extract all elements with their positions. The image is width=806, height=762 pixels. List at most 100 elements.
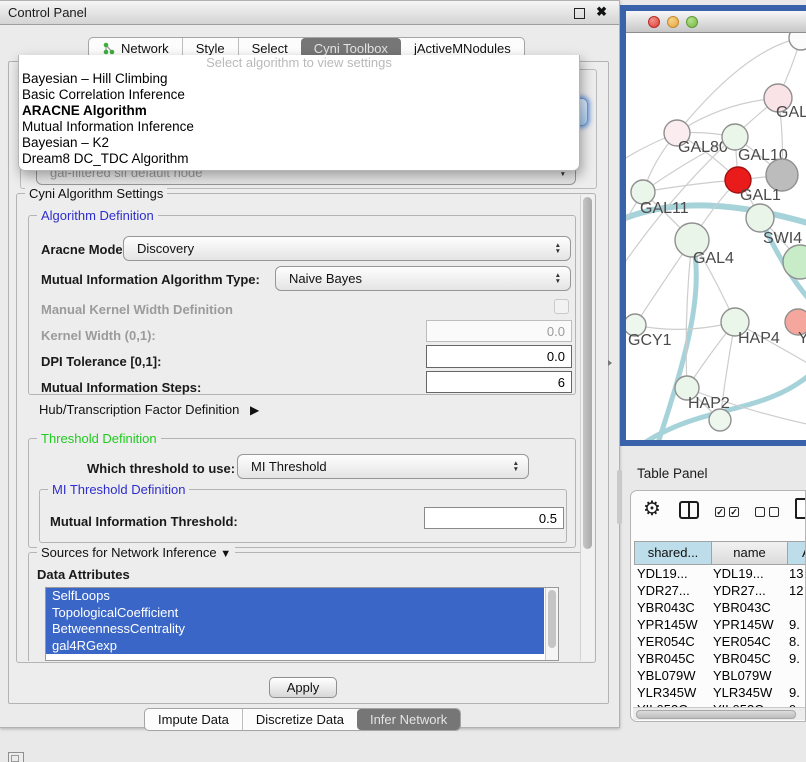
- kernel-width-field: 0.0: [426, 320, 572, 342]
- unchecked-checkbox-icon[interactable]: [755, 507, 765, 517]
- table-cell[interactable]: YPR145W: [637, 616, 698, 633]
- table-cell[interactable]: YPR145W: [713, 616, 774, 633]
- apply-button[interactable]: Apply: [269, 677, 337, 698]
- table-header-row: shared...nameA: [631, 541, 805, 565]
- table-cell[interactable]: YDL19...: [637, 565, 688, 582]
- table-cell[interactable]: YLR345W: [637, 684, 696, 701]
- sources-title-toggle[interactable]: Sources for Network Inference ▼: [37, 545, 235, 560]
- tab-label: Select: [252, 41, 288, 56]
- network-node-unlabeled[interactable]: [783, 245, 806, 279]
- which-threshold-combobox[interactable]: MI Threshold ▲▼: [237, 454, 529, 479]
- table-row[interactable]: YDR27... YDR27... 12: [631, 582, 805, 599]
- table-cell[interactable]: 9.: [789, 684, 800, 701]
- table-row[interactable]: YBR045C YBR045C 9.: [631, 650, 805, 667]
- column-layout-icon[interactable]: [679, 501, 699, 519]
- table-hscrollbar-thumb[interactable]: [636, 710, 796, 719]
- node-label: HAP4: [738, 330, 780, 347]
- table-row[interactable]: YPR145W YPR145W 9.: [631, 616, 805, 633]
- combo-arrows-icon: ▲▼: [504, 461, 528, 472]
- table-cell[interactable]: YER054C: [713, 633, 771, 650]
- table-cell[interactable]: 9.: [789, 650, 800, 667]
- table-cell[interactable]: 13: [789, 565, 803, 582]
- node-label: Y: [798, 330, 806, 347]
- network-canvas[interactable]: GALGAL80GAL10GAL1GAL11SWI4GAL4GCY1HAP4YH…: [626, 33, 806, 440]
- document-icon[interactable]: [795, 498, 806, 519]
- table-row[interactable]: YLR345W YLR345W 9.: [631, 684, 805, 701]
- table-cell[interactable]: YBL079W: [637, 667, 696, 684]
- gear-icon[interactable]: ⚙: [643, 497, 661, 521]
- settings-scrollbar[interactable]: [580, 195, 594, 661]
- table-cell[interactable]: YLR345W: [713, 684, 772, 701]
- node-label: GAL1: [740, 187, 781, 204]
- network-node-swi4[interactable]: [746, 204, 774, 232]
- unchecked-checkbox-icon[interactable]: [769, 507, 779, 517]
- settings-scrollbar-thumb[interactable]: [583, 197, 592, 549]
- tab-discretize-data[interactable]: Discretize Data: [242, 709, 357, 730]
- table-cell[interactable]: 12: [789, 582, 803, 599]
- table-row[interactable]: YBL079W YBL079W: [631, 667, 805, 684]
- table-row[interactable]: YER054C YER054C 8.: [631, 633, 805, 650]
- close-traffic-light-icon[interactable]: [648, 16, 660, 28]
- attribute-item-topologicalcoefficient[interactable]: TopologicalCoefficient: [46, 605, 544, 622]
- node-label: GCY1: [628, 332, 672, 349]
- threshold-definition-title: Threshold Definition: [37, 431, 161, 446]
- checked-checkbox-icon[interactable]: ✓: [729, 507, 739, 517]
- table-cell[interactable]: YDR27...: [713, 582, 766, 599]
- aracne-mode-combobox[interactable]: Discovery ▲▼: [123, 236, 571, 261]
- dropdown-item-mutual-information-inference[interactable]: Mutual Information Inference: [19, 119, 579, 135]
- attribute-item-selfloops[interactable]: SelfLoops: [46, 588, 544, 605]
- close-icon[interactable]: ✖: [596, 4, 607, 20]
- attribute-list-scrollbar-thumb[interactable]: [548, 590, 556, 648]
- minimized-panel-icon[interactable]: [8, 752, 24, 762]
- mi-type-label: Mutual Information Algorithm Type:: [41, 272, 260, 287]
- which-threshold-value: MI Threshold: [238, 459, 504, 474]
- dropdown-item-dream8-dc-tdc-algorithm[interactable]: Dream8 DC_TDC Algorithm: [19, 151, 579, 167]
- dpi-tolerance-label: DPI Tolerance [0,1]:: [41, 354, 161, 369]
- settings-scroll-area: Algorithm Definition Aracne Mode: Discov…: [18, 195, 594, 661]
- control-panel-title: Control Panel: [8, 5, 87, 20]
- tab-label: Cyni Toolbox: [314, 41, 388, 56]
- column-header-a[interactable]: A: [787, 541, 806, 565]
- table-cell[interactable]: 9.: [789, 616, 800, 633]
- panel-divider-scrollbar[interactable]: [617, 470, 622, 524]
- cyni-bottom-tabs: Impute DataDiscretize DataInfer Network: [144, 708, 461, 731]
- tab-impute-data[interactable]: Impute Data: [145, 709, 242, 730]
- table-cell[interactable]: YER054C: [637, 633, 695, 650]
- mi-steps-field[interactable]: 6: [426, 371, 572, 393]
- table-cell[interactable]: YBR043C: [637, 599, 695, 616]
- mi-threshold-box-title: MI Threshold Definition: [48, 482, 189, 497]
- dropdown-item-basic-correlation-inference[interactable]: Basic Correlation Inference: [19, 87, 579, 103]
- zoom-traffic-light-icon[interactable]: [686, 16, 698, 28]
- dropdown-item-aracne-algorithm[interactable]: ARACNE Algorithm: [19, 103, 579, 119]
- checked-checkbox-icon[interactable]: ✓: [715, 507, 725, 517]
- hub-definition-toggle[interactable]: Hub/Transcription Factor Definition ▶: [39, 402, 259, 417]
- table-cell[interactable]: YDL19...: [713, 565, 764, 582]
- dropdown-item-bayesian-k2[interactable]: Bayesian – K2: [19, 135, 579, 151]
- table-cell[interactable]: YBR045C: [637, 650, 695, 667]
- table-cell[interactable]: YBL079W: [713, 667, 772, 684]
- mi-threshold-field[interactable]: 0.5: [424, 507, 564, 529]
- column-header-name[interactable]: name: [711, 541, 787, 565]
- dropdown-item-bayesian-hill-climbing[interactable]: Bayesian – Hill Climbing: [19, 71, 579, 87]
- dpi-tolerance-field[interactable]: 0.0: [426, 345, 572, 368]
- table-cell[interactable]: YBR045C: [713, 650, 771, 667]
- network-node-unlabeled[interactable]: [709, 409, 731, 431]
- table-cell[interactable]: YDR27...: [637, 582, 690, 599]
- attribute-item-betweennesscentrality[interactable]: BetweennessCentrality: [46, 621, 544, 638]
- dropdown-items: Bayesian – Hill ClimbingBasic Correlatio…: [19, 71, 579, 167]
- column-header-shared[interactable]: shared...: [634, 541, 711, 565]
- attribute-item-gal4rgexp[interactable]: gal4RGexp: [46, 638, 544, 655]
- attribute-list-scrollbar[interactable]: [545, 588, 558, 660]
- table-horizontal-scrollbar[interactable]: [633, 707, 805, 720]
- table-row[interactable]: YDL19... YDL19... 13: [631, 565, 805, 582]
- table-cell[interactable]: YBR043C: [713, 599, 771, 616]
- float-window-icon[interactable]: [574, 8, 585, 19]
- table-cell[interactable]: 8.: [789, 633, 800, 650]
- splitpane-arrow-icon[interactable]: [608, 360, 612, 366]
- network-icon: [102, 42, 116, 55]
- tab-infer-network[interactable]: Infer Network: [357, 709, 460, 730]
- mi-type-combobox[interactable]: Naive Bayes ▲▼: [275, 266, 571, 291]
- table-row[interactable]: YBR043C YBR043C: [631, 599, 805, 616]
- minimize-traffic-light-icon[interactable]: [667, 16, 679, 28]
- network-node-unlabeled[interactable]: [789, 33, 806, 50]
